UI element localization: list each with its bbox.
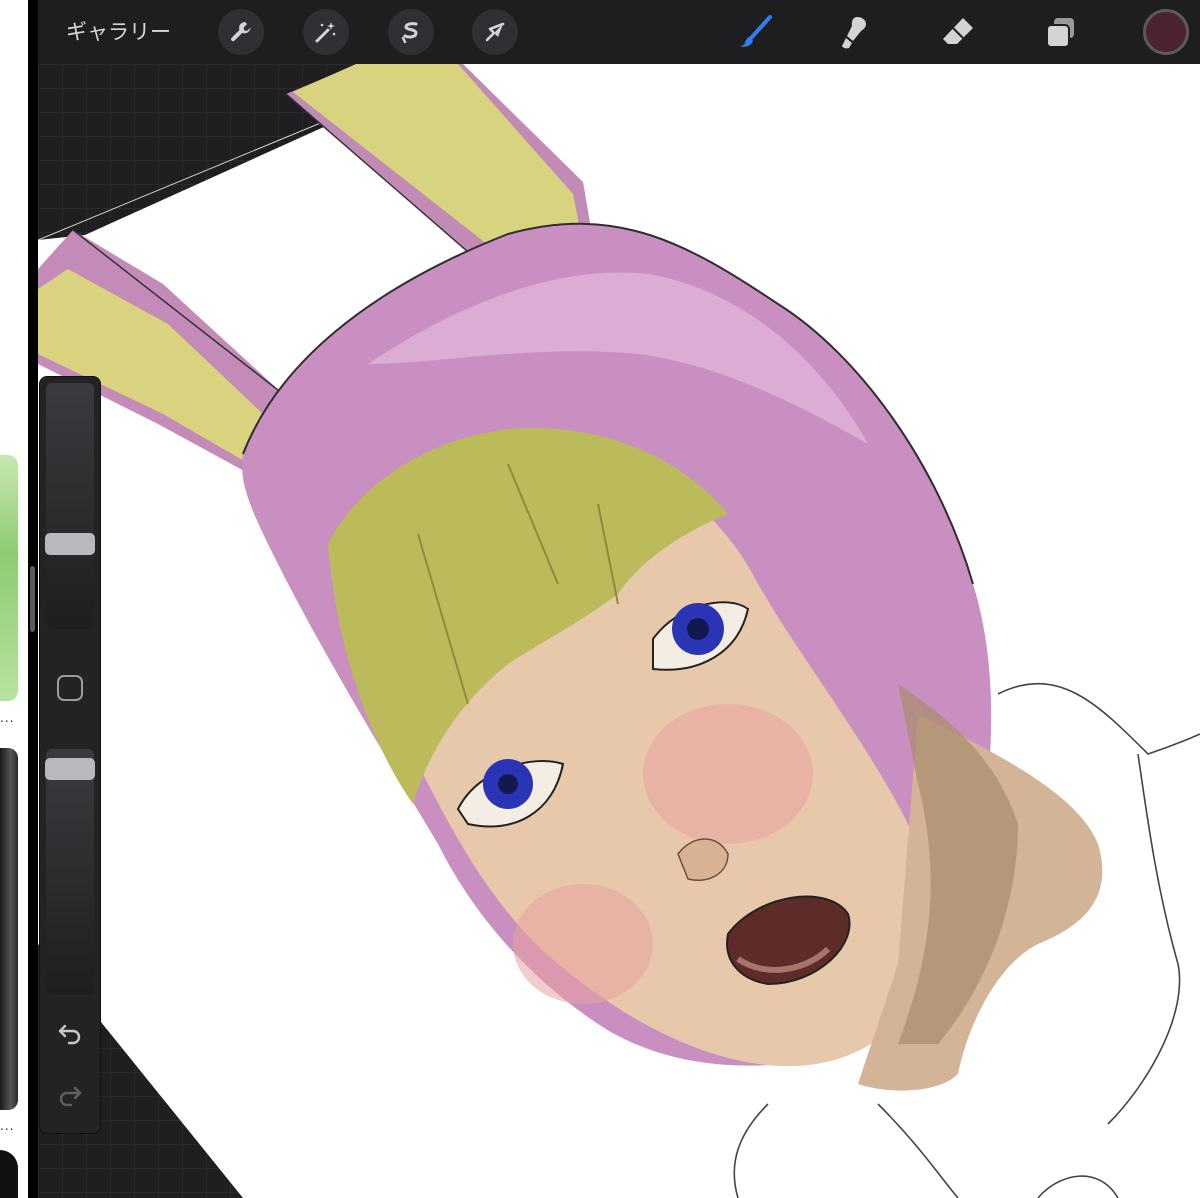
transform-button[interactable] <box>472 9 518 55</box>
gallery-button[interactable]: ギャラリー <box>66 17 171 47</box>
color-swatch[interactable] <box>1143 9 1189 55</box>
thumbnail-ellipsis-2: ... <box>0 1119 15 1133</box>
artwork <box>38 64 1200 1198</box>
wrench-icon <box>231 22 251 42</box>
thumbnail-dark[interactable] <box>0 1150 18 1198</box>
split-view-handle[interactable] <box>30 566 35 632</box>
selection-button[interactable] <box>388 9 434 55</box>
transform-arrow-icon <box>485 22 505 42</box>
layers-button[interactable] <box>1038 10 1082 54</box>
opacity-slider[interactable] <box>46 749 94 995</box>
smudge-icon <box>842 17 866 49</box>
thumbnail-photo[interactable] <box>0 748 18 1110</box>
brush-size-thumb[interactable] <box>45 533 95 556</box>
cheek-left <box>513 884 653 1004</box>
undo-button[interactable] <box>56 1019 84 1047</box>
cheek-right <box>643 704 813 844</box>
redo-icon <box>59 1086 82 1107</box>
thumbnail-green[interactable] <box>0 455 18 701</box>
brush-button[interactable] <box>734 10 778 54</box>
adjustments-button[interactable] <box>303 9 349 55</box>
undo-icon <box>58 1024 81 1045</box>
drawing-canvas[interactable] <box>38 64 1200 1198</box>
brush-size-slider[interactable] <box>46 383 94 629</box>
modify-button[interactable] <box>57 675 83 701</box>
left-app-strip: ... ... <box>0 0 28 1198</box>
thumbnail-ellipsis: ... <box>0 711 15 725</box>
magic-wand-icon <box>315 22 336 43</box>
eraser-button[interactable] <box>936 10 980 54</box>
top-toolbar: ギャラリー <box>38 0 1200 64</box>
actions-button[interactable] <box>218 9 264 55</box>
smudge-button[interactable] <box>834 10 878 54</box>
redo-button[interactable] <box>56 1081 84 1109</box>
brush-sidebar <box>39 376 101 1134</box>
layers-icon <box>1046 18 1074 48</box>
brush-icon <box>740 15 772 47</box>
selection-icon <box>401 22 418 44</box>
opacity-thumb[interactable] <box>45 757 95 780</box>
eraser-icon <box>943 18 973 44</box>
